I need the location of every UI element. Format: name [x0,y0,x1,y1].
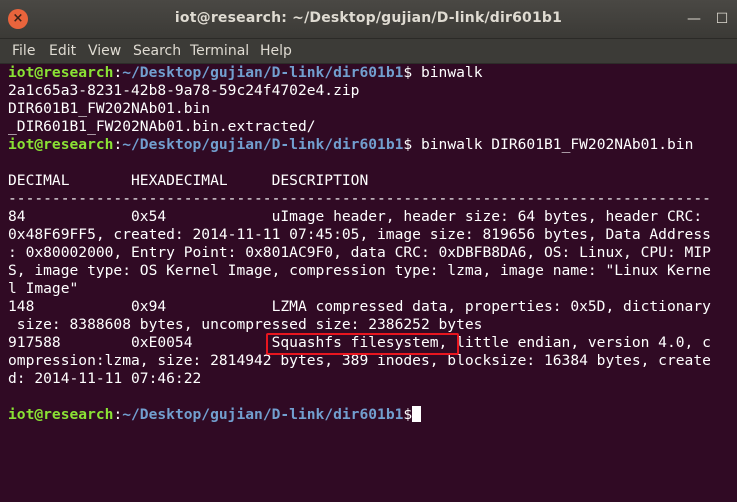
prompt-path: ~/Desktop/gujian/D-link/dir601b1 [122,64,404,81]
output-line: 148 0x94 LZMA compressed data, propertie… [8,298,711,315]
prompt-symbol: $ [403,136,413,153]
prompt-symbol: $ [403,64,413,81]
title-bar[interactable]: × iot@research: ~/Desktop/gujian/D-link/… [0,0,737,39]
output-line: S, image type: OS Kernel Image, compress… [8,262,711,279]
output-line: : 0x80002000, Entry Point: 0x801AC9F0, d… [8,244,711,261]
output-line: size: 8388608 bytes, uncompressed size: … [8,316,483,333]
output-line: _DIR601B1_FW202NAb01.bin.extracted/ [8,118,316,135]
output-line: 0x48F69FF5, created: 2014-11-11 07:45:05… [8,226,711,243]
table-header: DECIMAL HEXADECIMAL DESCRIPTION [8,172,369,189]
output-line: d: 2014-11-11 07:46:22 [8,370,202,387]
prompt-user: iot@research [8,406,114,423]
menu-terminal[interactable]: Terminal [190,42,249,60]
prompt-path: ~/Desktop/gujian/D-link/dir601b1 [122,136,404,153]
prompt-symbol: $ [403,406,413,423]
menu-file[interactable]: File [12,42,35,60]
prompt-line: iot@research:~/Desktop/gujian/D-link/dir… [8,136,693,154]
terminal-output[interactable]: iot@research:~/Desktop/gujian/D-link/dir… [0,64,737,502]
output-line: 2a1c65a3-8231-42b8-9a78-59c24f4702e4.zip [8,82,360,99]
menu-edit[interactable]: Edit [49,42,76,60]
highlight-annotation [266,333,459,355]
prompt-user: iot@research [8,64,114,81]
prompt-line: iot@research:~/Desktop/gujian/D-link/dir… [8,64,483,82]
prompt-line: iot@research:~/Desktop/gujian/D-link/dir… [8,406,422,424]
menu-view[interactable]: View [88,42,121,60]
terminal-window: × iot@research: ~/Desktop/gujian/D-link/… [0,0,737,502]
command-text: binwalk [412,64,483,81]
table-rule: ----------------------------------------… [8,190,711,207]
prompt-separator: : [113,406,123,423]
text-cursor [412,406,422,422]
maximize-icon[interactable]: ☐ [712,9,732,29]
output-line: 84 0x54 uImage header, header size: 64 b… [8,208,703,225]
menu-bar: File Edit View Search Terminal Help [0,39,737,64]
window-title: iot@research: ~/Desktop/gujian/D-link/di… [174,10,563,26]
command-text: binwalk DIR601B1_FW202NAb01.bin [412,136,694,153]
prompt-path: ~/Desktop/gujian/D-link/dir601b1 [122,406,404,423]
menu-help[interactable]: Help [260,42,292,60]
prompt-user: iot@research [8,136,114,153]
prompt-separator: : [113,64,123,81]
prompt-separator: : [113,136,123,153]
menu-search[interactable]: Search [133,42,181,60]
output-line: DIR601B1_FW202NAb01.bin [8,100,211,117]
output-line: l Image" [8,280,79,297]
minimize-icon[interactable]: — [684,9,704,29]
